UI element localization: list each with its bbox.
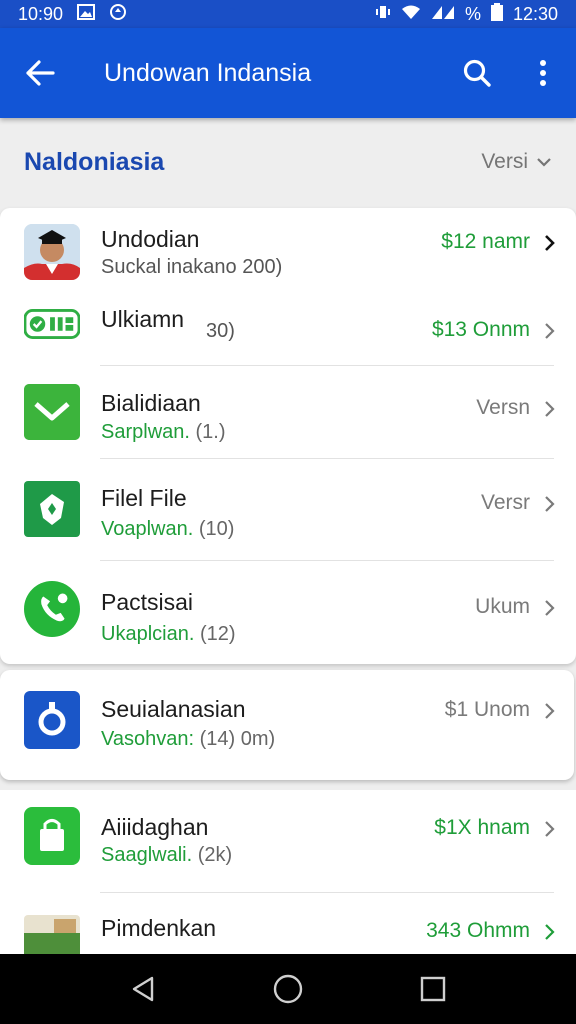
battery-icon — [490, 2, 503, 26]
app-name: Pactsisai — [101, 589, 194, 615]
arrow-back-icon — [26, 60, 55, 86]
phone-app-icon — [24, 581, 80, 637]
sort-label: Versi — [481, 150, 528, 173]
app-price: $1X hnam — [434, 816, 530, 839]
chevron-right-icon — [544, 921, 556, 947]
profile-photo-icon — [24, 224, 80, 280]
nav-back-icon — [132, 976, 153, 1002]
chevron-right-icon — [544, 818, 556, 844]
status-time-left: 10:90 — [18, 3, 64, 24]
green-badge-icon — [24, 296, 80, 352]
app-price: Versr — [480, 491, 530, 514]
app-price: $12 namr — [441, 230, 530, 253]
app-price: $1 Unom — [444, 698, 530, 721]
app-list-item[interactable]: Filel File Voaplwan. (10) Versr — [0, 459, 576, 559]
page-title: Undowan Indansia — [104, 58, 312, 87]
app-list-item[interactable]: Pimdenkan 343 Ohmm — [0, 893, 576, 954]
app-review-count: (2k) — [197, 844, 233, 866]
app-subtitle: 30) — [206, 320, 235, 342]
app-price: Versn — [476, 396, 530, 419]
target-app-icon — [24, 691, 80, 749]
image-notification-icon — [77, 3, 96, 25]
nav-back-button[interactable] — [113, 959, 173, 1019]
app-subtitle: Vasohvan: (14) 0m) — [101, 728, 275, 751]
chevron-down-icon — [537, 158, 551, 167]
app-subtitle-text: Voaplwan. — [101, 518, 194, 540]
search-icon — [463, 59, 491, 87]
chevron-right-icon — [544, 493, 556, 519]
app-list-card: Aiiidaghan Saaglwali. (2k) $1X hnam Pimd… — [0, 790, 576, 954]
section-header: Naldoniasia Versi — [0, 118, 576, 206]
email-app-icon — [24, 384, 80, 440]
app-list-item[interactable]: Pactsisai Ukaplcian. (12) Ukum — [0, 561, 576, 664]
app-name: Aiiidaghan — [101, 814, 209, 840]
app-review-count: (10) — [198, 518, 235, 540]
status-bar: 10:90 % 12:30 — [0, 0, 576, 28]
system-nav-bar — [0, 954, 576, 1024]
app-subtitle-text: Sarplwan. — [101, 421, 190, 443]
app-bar: Undowan Indansia — [0, 28, 576, 118]
app-name: Ulkiamn — [101, 306, 185, 332]
app-price: $13 Onnm — [431, 318, 530, 341]
app-price: 343 Ohmm — [426, 919, 530, 942]
app-review-count: (14) 0m) — [199, 728, 276, 750]
overflow-menu-button[interactable] — [510, 28, 576, 118]
nav-recents-button[interactable] — [403, 959, 463, 1019]
more-vert-icon — [540, 60, 546, 86]
app-list-item[interactable]: Aiiidaghan Saaglwali. (2k) $1X hnam — [0, 790, 576, 892]
app-subtitle: Voaplwan. (10) — [101, 518, 234, 541]
wifi-icon — [401, 4, 421, 25]
app-subtitle-text: Saaglwali. — [101, 844, 193, 866]
shopping-bag-icon — [24, 807, 80, 865]
sync-notification-icon — [109, 3, 127, 26]
shield-app-icon — [24, 481, 80, 537]
nav-recents-icon — [421, 976, 446, 1002]
back-button[interactable] — [0, 28, 80, 118]
app-list-item[interactable]: Bialidiaan Sarplwan. (1.) Versn — [0, 366, 576, 458]
sort-dropdown[interactable]: Versi — [481, 150, 552, 174]
app-subtitle-text: Vasohvan: — [101, 728, 195, 750]
battery-percent-label: % — [464, 3, 481, 24]
chevron-right-icon — [544, 232, 556, 258]
app-list-card: Seuialanasian Vasohvan: (14) 0m) $1 Unom — [0, 670, 574, 780]
nav-home-button[interactable] — [258, 959, 318, 1019]
chevron-right-icon — [544, 700, 556, 726]
app-name: Seuialanasian — [101, 696, 246, 722]
chevron-right-icon — [544, 320, 556, 346]
nav-home-icon — [273, 974, 303, 1004]
app-subtitle: Sarplwan. (1.) — [101, 421, 226, 444]
status-time-right: 12:30 — [512, 3, 558, 24]
app-review-count: (1.) — [195, 421, 226, 443]
app-subtitle: Saaglwali. (2k) — [101, 844, 232, 867]
landscape-app-icon — [24, 915, 80, 954]
app-name: Filel File — [101, 485, 187, 511]
chevron-right-icon — [544, 398, 556, 424]
app-name: Bialidiaan — [101, 390, 201, 416]
app-review-count: (12) — [199, 623, 236, 645]
app-name: Pimdenkan — [101, 915, 217, 941]
app-list-item[interactable]: Seuialanasian Vasohvan: (14) 0m) $1 Unom — [0, 670, 574, 780]
app-subtitle: Ukaplcian. (12) — [101, 623, 236, 646]
vibrate-icon — [375, 4, 391, 25]
app-list-card: Undodian Suckal inakano 200) $12 namr Ul… — [0, 208, 576, 664]
app-list-item[interactable]: Undodian Suckal inakano 200) $12 namr — [0, 208, 576, 292]
app-price: Ukum — [475, 595, 530, 618]
app-subtitle: Suckal inakano 200) — [101, 256, 283, 278]
app-subtitle-text: Ukaplcian. — [101, 623, 195, 645]
app-name: Undodian — [101, 226, 200, 252]
signal-icon — [431, 4, 455, 25]
section-title: Naldoniasia — [24, 147, 165, 176]
chevron-right-icon — [544, 597, 556, 623]
search-button[interactable] — [444, 28, 510, 118]
app-list-item[interactable]: Ulkiamn 30) $13 Onnm — [0, 292, 576, 366]
